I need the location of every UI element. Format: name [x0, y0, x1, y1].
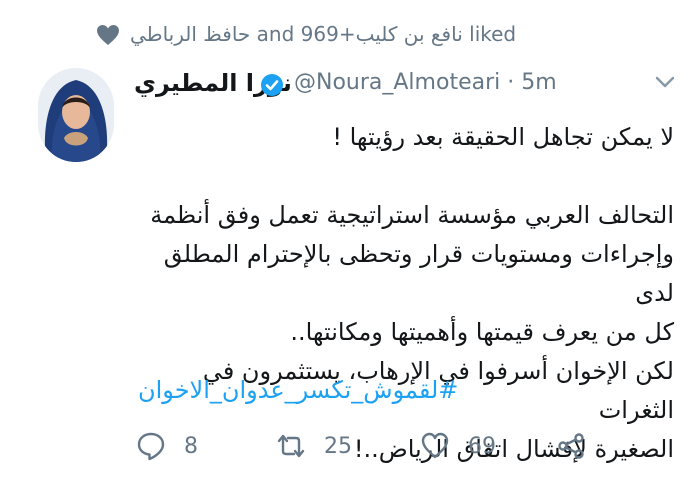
retweet-button[interactable]: 25 [276, 426, 352, 466]
avatar[interactable] [38, 68, 114, 162]
handle-time[interactable]: @Noura_Almoteari · 5m [294, 70, 557, 95]
like-icon [421, 432, 449, 459]
reply-count: 8 [184, 433, 198, 459]
retweet-icon [277, 434, 305, 458]
share-icon [558, 433, 584, 459]
like-count: 69 [468, 433, 496, 459]
social-context: حافظ الرباطي and نافع بن كليب+969 liked [96, 18, 524, 52]
tweet-header: نورا المطيري @Noura_Almoteari · 5m [134, 64, 676, 104]
chevron-down-icon[interactable] [654, 72, 676, 92]
like-button[interactable]: 69 [420, 426, 496, 466]
liked-by-text[interactable]: حافظ الرباطي and نافع بن كليب+969 liked [130, 22, 516, 46]
hashtag-link[interactable]: #لقموش_تكسر_عدوان_الاخوان [138, 376, 674, 404]
verified-icon [261, 74, 283, 96]
retweet-count: 25 [324, 433, 352, 459]
tweet-text: لا يمكن تجاهل الحقيقة بعد رؤيتها ! التحا… [150, 123, 674, 463]
reply-button[interactable]: 8 [136, 426, 198, 466]
tweet-actions: 8 25 69 [136, 426, 596, 466]
heart-icon [97, 25, 119, 45]
share-button[interactable] [556, 426, 586, 466]
reply-icon [137, 432, 165, 461]
